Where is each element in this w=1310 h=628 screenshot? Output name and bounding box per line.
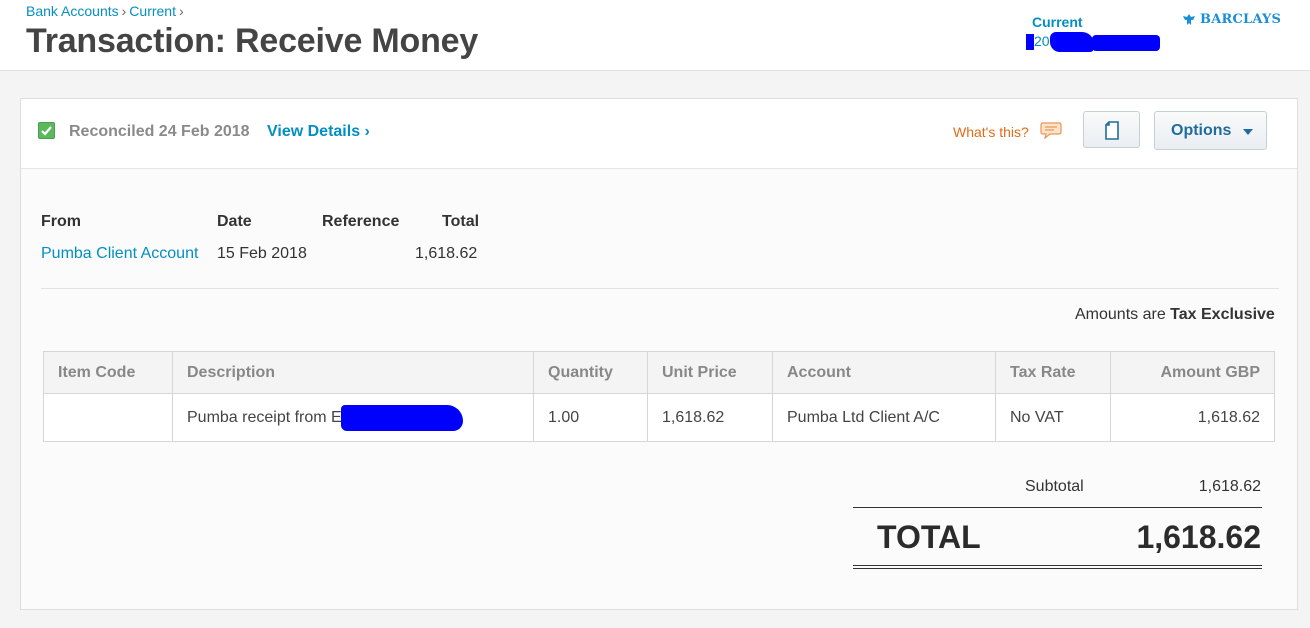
description-text: Pumba receipt from E [187, 408, 342, 426]
breadcrumb-bank-accounts[interactable]: Bank Accounts [26, 3, 119, 19]
total-value: 1,618.62 [415, 245, 478, 262]
transaction-body: From Date Reference Total Pumba Client A… [21, 169, 1297, 609]
copy-button[interactable] [1083, 111, 1140, 148]
column-header-unit-price: Unit Price [647, 351, 773, 394]
column-header-account: Account [772, 351, 996, 394]
double-underline [853, 565, 1262, 569]
column-header-quantity: Quantity [533, 351, 648, 394]
speech-bubble-icon[interactable] [1040, 121, 1062, 139]
breadcrumb-separator: › [121, 3, 127, 19]
divider [41, 288, 1279, 289]
tax-rate-cell[interactable]: No VAT [995, 393, 1111, 442]
tax-mode-value: Tax Exclusive [1170, 306, 1275, 323]
subtotal-value: 1,618.62 [1198, 478, 1261, 495]
breadcrumb: Bank Accounts › Current › [26, 3, 187, 19]
reference-header: Reference [322, 213, 400, 230]
bank-logo: BARCLAYS [1182, 12, 1281, 27]
column-header-description: Description [172, 351, 534, 394]
item-code-cell[interactable] [43, 393, 173, 442]
bank-name: BARCLAYS [1200, 12, 1282, 27]
options-button[interactable]: Options [1154, 111, 1267, 150]
breadcrumb-separator: › [178, 3, 184, 19]
transaction-panel: Reconciled 24 Feb 2018 View Details › Wh… [20, 98, 1298, 610]
total-header: Total [442, 213, 480, 230]
eagle-icon [1183, 14, 1195, 25]
unit-price-cell[interactable]: 1,618.62 [647, 393, 773, 442]
document-icon [1105, 121, 1119, 140]
column-header-tax-rate: Tax Rate [995, 351, 1111, 394]
line-items-table: Item Code Description Quantity Unit Pric… [43, 351, 1275, 442]
page-title: Transaction: Receive Money [26, 22, 479, 60]
quantity-cell[interactable]: 1.00 [533, 393, 648, 442]
redaction-mark [1092, 35, 1160, 51]
whats-this-link[interactable]: What's this? [953, 124, 1029, 140]
date-header: Date [217, 213, 252, 230]
description-cell[interactable]: Pumba receipt from E [172, 393, 534, 442]
grand-total-value: 1,618.62 [1136, 519, 1261, 555]
from-value[interactable]: Pumba Client Account [41, 245, 198, 263]
tax-mode-prefix: Amounts are [1075, 306, 1166, 323]
account-name[interactable]: Current [1032, 14, 1083, 30]
options-label: Options [1171, 122, 1232, 139]
reconciled-status: Reconciled 24 Feb 2018 [69, 123, 250, 140]
column-header-item-code: Item Code [43, 351, 173, 394]
caret-down-icon [1243, 129, 1253, 135]
view-details-link[interactable]: View Details › [267, 123, 370, 141]
from-header: From [41, 213, 81, 230]
account-number-visible: 20 [1034, 33, 1050, 49]
tax-mode-note: Amounts are Tax Exclusive [1075, 306, 1275, 324]
subtotal-label: Subtotal [1025, 478, 1084, 495]
account-cell[interactable]: Pumba Ltd Client A/C [772, 393, 996, 442]
divider [853, 507, 1262, 508]
redaction-mark [341, 405, 463, 431]
transaction-toolbar: Reconciled 24 Feb 2018 View Details › Wh… [21, 99, 1297, 169]
redaction-mark [1050, 32, 1094, 52]
redaction-mark [1026, 34, 1034, 50]
column-header-amount: Amount GBP [1110, 351, 1275, 394]
breadcrumb-current[interactable]: Current [129, 3, 176, 19]
amount-cell[interactable]: 1,618.62 [1110, 393, 1275, 442]
checkbox-checked-icon [38, 122, 55, 139]
date-value: 15 Feb 2018 [217, 245, 307, 262]
table-header-row: Item Code Description Quantity Unit Pric… [43, 351, 1275, 394]
total-label: TOTAL [877, 519, 981, 555]
table-row[interactable]: Pumba receipt from E 1.00 1,618.62 Pumba… [43, 393, 1275, 442]
account-number: 20 [1026, 32, 1160, 52]
page-header: Bank Accounts › Current › Transaction: Rece… [0, 0, 1310, 71]
